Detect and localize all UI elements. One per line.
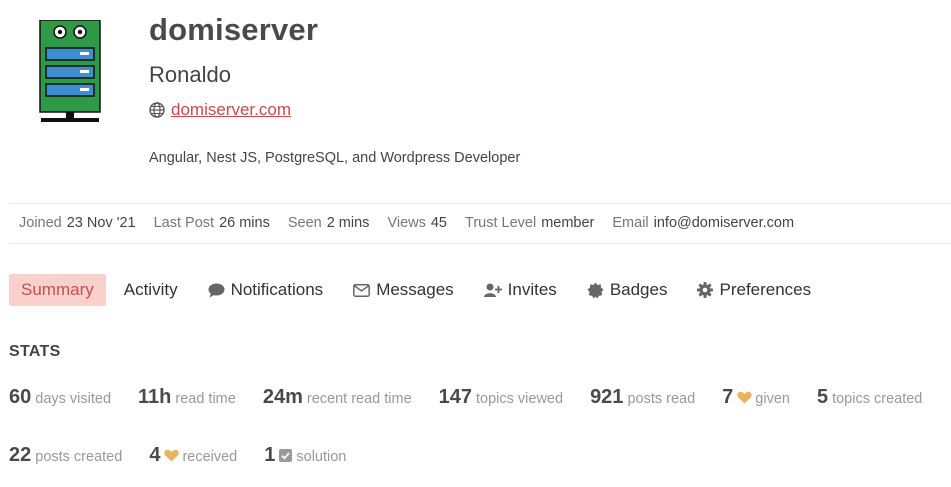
tab-messages[interactable]: Messages: [341, 274, 465, 306]
website-link-row: domiserver.com: [149, 100, 291, 120]
meta-views: Views 45: [387, 215, 447, 231]
meta-last-post[interactable]: Last Post 26 mins: [154, 215, 270, 231]
tab-badges[interactable]: Badges: [575, 274, 680, 306]
profile-nav: Summary Activity Notifications Messages …: [9, 274, 829, 306]
username: domiserver: [149, 12, 319, 47]
stat-posts-created[interactable]: 22 posts created: [9, 444, 122, 467]
website-link[interactable]: domiserver.com: [171, 100, 291, 120]
meta-trust-level[interactable]: Trust Level member: [465, 215, 594, 231]
envelope-icon: [353, 283, 371, 297]
badge-icon: [587, 282, 604, 298]
gear-icon: [697, 282, 714, 298]
user-avatar[interactable]: [38, 20, 102, 124]
stat-days-visited: 60 days visited: [9, 386, 112, 408]
check-square-icon: [279, 449, 293, 462]
comment-icon: [208, 283, 225, 297]
divider-bottom: [9, 243, 951, 244]
stats-row-1: 60 days visited 11h read time 24m recent re…: [9, 386, 949, 409]
stats-row-2: 22 posts created 4 received 1 solution: [9, 444, 373, 467]
tab-preferences[interactable]: Preferences: [685, 274, 823, 306]
stat-solutions[interactable]: 1 solution: [264, 444, 346, 467]
tab-activity[interactable]: Activity: [112, 274, 190, 306]
tab-invites[interactable]: Invites: [472, 274, 569, 306]
user-plus-icon: [483, 283, 502, 297]
stat-posts-read: 921 posts read: [590, 386, 696, 408]
stat-topics-viewed: 147 topics viewed: [438, 386, 564, 408]
tab-notifications[interactable]: Notifications: [196, 274, 336, 306]
meta-email: Email info@domiserver.com: [612, 215, 795, 231]
meta-seen: Seen 2 mins: [287, 215, 370, 231]
stat-topics-created[interactable]: 5 topics created: [817, 386, 922, 409]
meta-joined: Joined 23 Nov '21: [19, 215, 136, 231]
stat-likes-received[interactable]: 4 received: [149, 444, 237, 467]
stat-likes-given[interactable]: 7 given: [722, 386, 790, 409]
tab-summary[interactable]: Summary: [9, 274, 106, 306]
heart-icon: [737, 391, 752, 404]
user-bio: Angular, Nest JS, PostgreSQL, and Wordpr…: [149, 150, 521, 166]
globe-icon: [149, 102, 165, 118]
stats-title: STATS: [9, 343, 61, 360]
heart-icon: [164, 449, 180, 462]
user-meta: Joined 23 Nov '21 Last Post 26 mins Seen 2 …: [19, 215, 812, 231]
stat-recent-read-time: 24m recent read time: [262, 386, 412, 408]
full-name: Ronaldo: [149, 62, 231, 87]
divider-top: [9, 203, 951, 204]
stat-read-time: 11h read time: [138, 386, 236, 408]
